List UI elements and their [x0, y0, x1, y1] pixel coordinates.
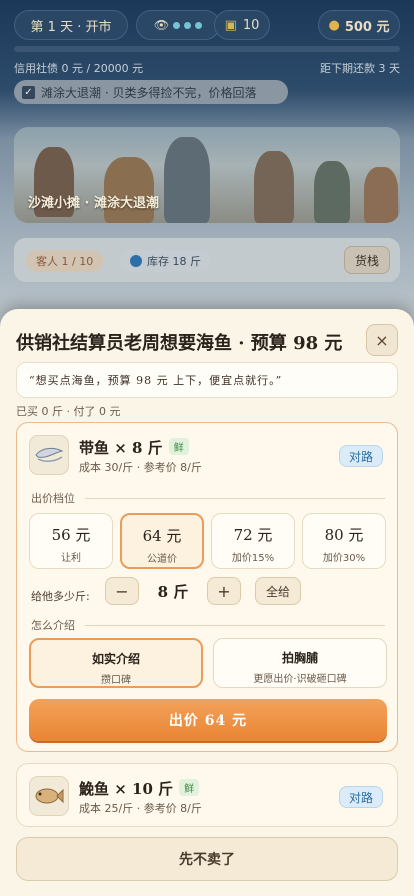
reputation-indicator[interactable]: 👁: [136, 10, 220, 40]
quantity-value: 8 斤: [157, 583, 189, 601]
price-section-text: 出价档位: [31, 492, 75, 505]
item-name-text: 鮸鱼 × 10 斤: [79, 780, 174, 798]
credit-debt: 信用社债 0 元 / 20000 元: [14, 62, 144, 75]
item-cost-info: 成本 30/斤 · 参考价 8/斤: [79, 461, 202, 474]
pitch-title: 拍胸脯: [281, 651, 318, 665]
hairtail-fish-icon: [35, 447, 64, 462]
coupon-count: 10: [242, 17, 260, 33]
money-bag-icon: ●: [328, 17, 340, 33]
stall-status-card: 客人 1 / 10 库存 18 斤 货栈: [14, 238, 400, 282]
match-tag: 对路: [339, 445, 383, 467]
price-desc: 加价15%: [231, 553, 275, 564]
news-banner: ✓ 滩涂大退潮 · 贝类多得捡不完，价格回落: [14, 80, 288, 104]
scene-figure: [254, 151, 294, 223]
item-card-croaker[interactable]: 鮸鱼 × 10 斤鲜 成本 25/斤 · 参考价 8/斤 对路: [16, 763, 398, 827]
price-value: 64 元: [142, 527, 182, 545]
price-value: 72 元: [233, 526, 273, 544]
give-all-button[interactable]: 全给: [255, 577, 301, 605]
quantity-label: 给他多少斤:: [31, 590, 90, 603]
item-card-hairtail: 带鱼 × 8 斤鲜 成本 30/斤 · 参考价 8/斤 对路 出价档位 56 元…: [16, 422, 398, 752]
fish-icon: [29, 776, 69, 816]
pitch-option-boast[interactable]: 拍胸脯 更愿出价·识破砸口碑: [213, 638, 387, 688]
decline-sale-button[interactable]: 先不卖了: [16, 837, 398, 881]
money-amount: 500 元: [344, 19, 390, 35]
money-indicator: ● 500 元: [318, 10, 400, 40]
scene-figure: [104, 157, 154, 223]
quantity-plus-button[interactable]: +: [207, 577, 241, 605]
checkbox-icon: ✓: [22, 85, 35, 99]
news-text: 滩涂大退潮 · 贝类多得捡不完，价格回落: [41, 85, 257, 100]
reputation-dot: [195, 21, 203, 29]
customer-quote: “想买点海鱼，预算 98 元 上下，便宜点就行。”: [16, 362, 398, 398]
price-value: 56 元: [51, 526, 91, 544]
pitch-title: 如实介绍: [91, 652, 140, 666]
price-value: 80 元: [324, 526, 364, 544]
croaker-fish-icon: [35, 788, 64, 804]
reputation-dot: [173, 21, 181, 29]
guest-counter: 客人 1 / 10: [26, 250, 104, 272]
price-option-fair[interactable]: 64 元 公道价: [120, 513, 204, 569]
scene-figure: [314, 161, 350, 223]
coupon-icon: ▣: [224, 17, 237, 33]
hud-top-row: 第 1 天 · 开市 👁 ▣ 10 ● 500 元: [0, 10, 414, 40]
scene-figure: [364, 167, 398, 223]
modal-title: 供销社结算员老周想要海鱼 · 预算 98 元: [16, 333, 343, 354]
price-section-label: 出价档位: [31, 490, 385, 506]
stock-ball-icon: [130, 255, 142, 267]
pitch-option-honest[interactable]: 如实介绍 攒口碑: [29, 638, 203, 688]
market-scene-image: 沙滩小摊 · 滩涂大退潮: [14, 127, 400, 223]
price-option-markup-30[interactable]: 80 元 加价30%: [302, 513, 386, 569]
goods-warehouse-button[interactable]: 货栈: [344, 246, 390, 274]
quantity-minus-button[interactable]: −: [105, 577, 139, 605]
repayment-due: 距下期还款 3 天: [320, 62, 400, 75]
item-name: 鮸鱼 × 10 斤鲜: [79, 778, 200, 799]
day-indicator: 第 1 天 · 开市: [14, 10, 128, 40]
day-label: 第 1 天 · 开市: [30, 19, 112, 35]
price-option-concede[interactable]: 56 元 让利: [29, 513, 113, 569]
pitch-desc: 攒口碑: [101, 675, 131, 686]
make-offer-button[interactable]: 出价 64 元: [29, 699, 387, 741]
scene-caption: 沙滩小摊 · 滩涂大退潮: [28, 196, 159, 211]
item-name-text: 带鱼 × 8 斤: [79, 439, 163, 457]
stock-text: 库存 18 斤: [147, 255, 201, 268]
price-option-markup-15[interactable]: 72 元 加价15%: [211, 513, 295, 569]
price-desc: 公道价: [147, 554, 177, 565]
progress-bar: [14, 46, 400, 52]
item-cost-info: 成本 25/斤 · 参考价 8/斤: [79, 802, 202, 815]
scene-figure: [164, 137, 210, 223]
close-button[interactable]: ×: [366, 324, 398, 356]
fish-icon: [29, 435, 69, 475]
price-desc: 加价30%: [322, 553, 366, 564]
bought-summary: 已买 0 斤 · 付了 0 元: [16, 405, 121, 418]
pitch-desc: 更愿出价·识破砸口碑: [253, 674, 347, 685]
eye-icon: 👁: [153, 18, 170, 32]
item-name: 带鱼 × 8 斤鲜: [79, 437, 189, 458]
pitch-section-text: 怎么介绍: [31, 619, 75, 632]
coupon-indicator[interactable]: ▣ 10: [214, 10, 270, 40]
customer-offer-modal: 供销社结算员老周想要海鱼 · 预算 98 元 × “想买点海鱼，预算 98 元 …: [0, 309, 414, 896]
fresh-badge: 鲜: [179, 779, 200, 796]
price-desc: 让利: [61, 553, 81, 564]
fresh-badge: 鲜: [168, 438, 189, 455]
reputation-dot: [184, 21, 192, 29]
match-tag: 对路: [339, 786, 383, 808]
stock-counter: 库存 18 斤: [120, 250, 211, 272]
pitch-section-label: 怎么介绍: [31, 617, 385, 633]
